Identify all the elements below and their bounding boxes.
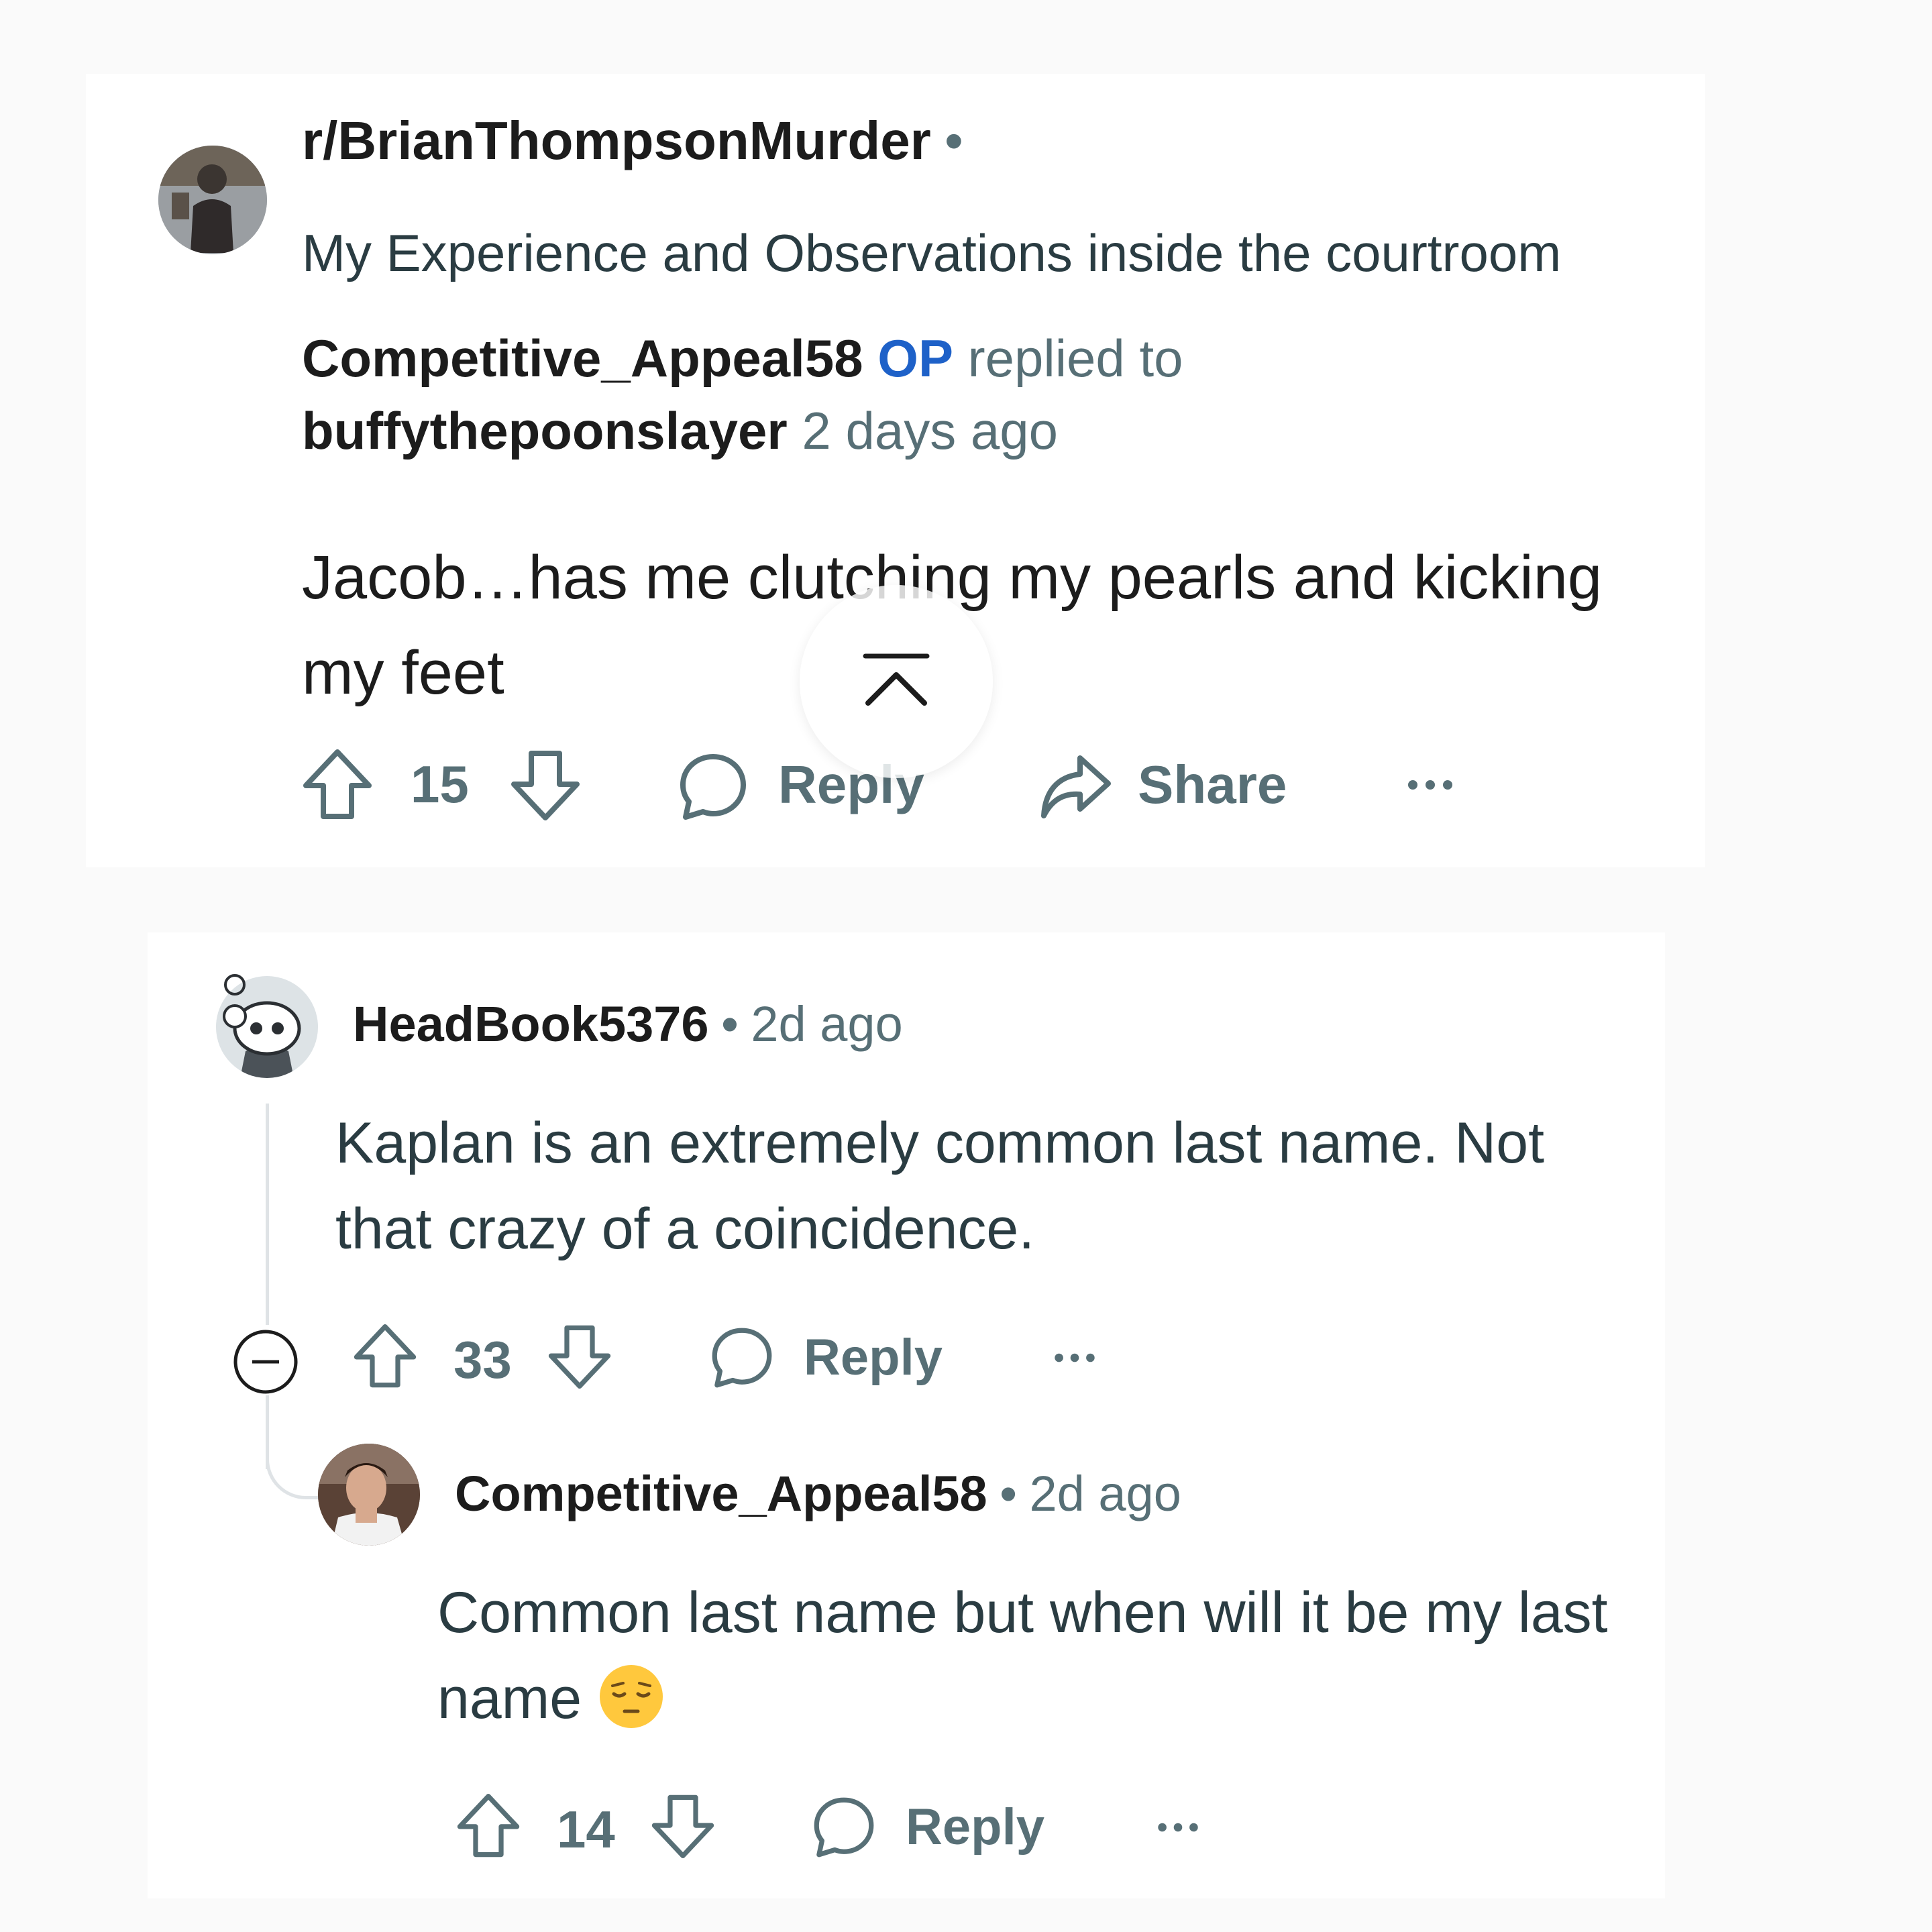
comment-body: Kaplan is an extremely common last name.… [335,1111,1545,1261]
thread-line [266,1104,269,1325]
separator-dot: • [721,996,739,1052]
pensive-face-icon [598,1663,665,1754]
post-title[interactable]: My Experience and Observations inside th… [302,227,1561,279]
comment-thread-card [148,932,1665,1898]
op-badge: OP [877,329,953,388]
more-horizontal-icon [1158,1823,1198,1832]
more-options-button[interactable] [1403,771,1457,798]
share-icon [1041,755,1111,818]
reply-body: Jacob…has me clutching my pearls and kic… [302,543,1603,707]
downvote-icon [548,1325,611,1389]
replied-to-text: replied to [967,329,1183,388]
scroll-to-top-button[interactable] [800,585,993,778]
upvote-icon [457,1794,520,1858]
upvote-button[interactable] [302,748,373,822]
reply-label: Reply [804,1329,943,1386]
downvote-icon [651,1794,714,1858]
comment-bubble-icon [814,1797,874,1858]
comment-time: 2d ago [1029,1466,1181,1521]
downvote-button[interactable] [547,1323,612,1390]
subreddit-name-line[interactable]: r/BrianThompsonMurder • [302,114,963,168]
author-name[interactable]: Competitive_Appeal58 [302,329,863,388]
separator-dot: • [1000,1466,1018,1521]
upvote-button[interactable] [456,1792,521,1860]
comment-time: 2d ago [751,996,903,1052]
upvote-button[interactable] [353,1323,417,1390]
collapse-minus-icon [233,1330,298,1394]
upvote-icon [303,749,372,819]
more-options-button[interactable] [1051,1346,1099,1370]
replied-to-user[interactable]: buffythepoonslayer [302,401,788,460]
comment-author[interactable]: Competitive_Appeal58 [455,1466,987,1521]
separator-dot: • [944,111,963,170]
vote-count: 15 [411,755,469,814]
vote-count: 14 [557,1800,615,1859]
downvote-icon [511,751,580,820]
vote-count: 33 [453,1330,512,1389]
share-label: Share [1138,755,1287,814]
comment-body: Common last name but when will it be my … [437,1570,1631,1754]
user-avatar[interactable] [318,1444,420,1546]
comment-header: Competitive_Appeal58 • 2d ago [455,1469,1181,1519]
upvote-icon [354,1324,417,1388]
comment-header: HeadBook5376 • 2d ago [353,1000,903,1049]
more-horizontal-icon [1055,1353,1095,1362]
avatar-antenna [224,974,246,996]
comment-author[interactable]: HeadBook5376 [353,996,709,1052]
post-time: 2 days ago [802,401,1059,460]
comment-bubble-icon [712,1328,772,1388]
reply-meta-line-1: Competitive_Appeal58 OP replied to [302,332,1183,384]
reply-meta-line-2: buffythepoonslayer 2 days ago [302,405,1058,457]
downvote-button[interactable] [651,1792,715,1860]
subreddit-name[interactable]: r/BrianThompsonMurder [302,111,931,170]
comment-bubble-icon [680,754,746,820]
more-horizontal-icon [1408,780,1452,790]
more-options-button[interactable] [1154,1815,1202,1839]
scroll-to-top-icon [863,653,930,706]
collapse-thread-button[interactable] [232,1328,299,1395]
subreddit-avatar[interactable] [158,146,267,254]
downvote-button[interactable] [510,748,581,822]
reply-label: Reply [906,1799,1044,1856]
